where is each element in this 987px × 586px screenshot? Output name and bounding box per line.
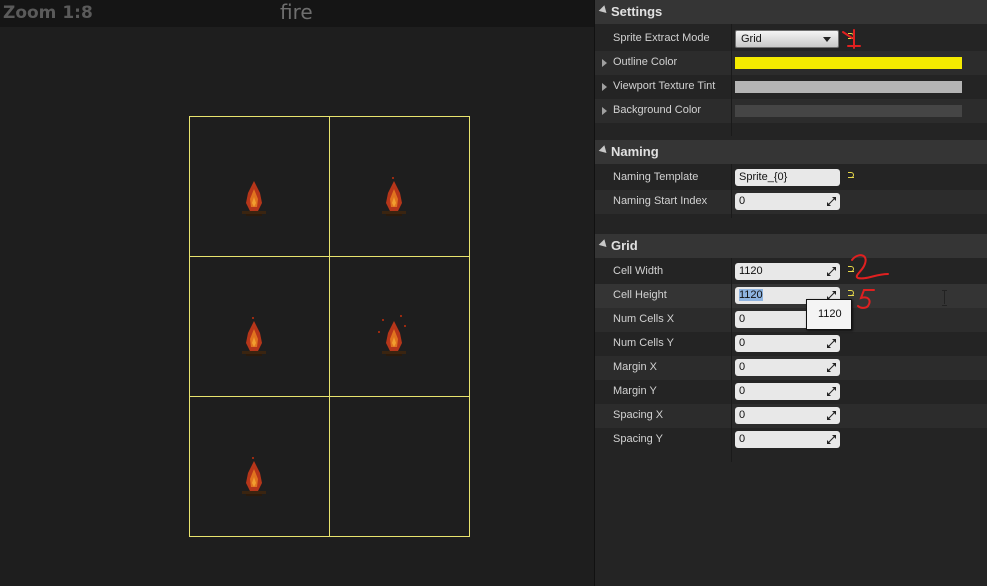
spacing-x-input[interactable]: 0	[735, 407, 840, 424]
reset-to-default-icon[interactable]	[848, 172, 857, 181]
drag-spin-icon[interactable]	[827, 411, 836, 420]
property-label: Sprite Extract Mode	[613, 32, 710, 44]
viewport-texture-tint-swatch[interactable]	[735, 81, 962, 93]
fire-frame-4[interactable]	[330, 257, 469, 396]
margin-y-input[interactable]: 0	[735, 383, 840, 400]
fire-frame-1[interactable]	[190, 117, 329, 256]
fire-sprite-icon	[382, 177, 406, 216]
expand-arrow-icon[interactable]	[602, 107, 607, 115]
sprite-extract-mode-dropdown[interactable]: Grid	[735, 30, 839, 48]
tooltip-text: 1120	[818, 308, 842, 320]
property-row-spacing-y: Spacing Y 0	[595, 428, 987, 452]
property-row-outline-color: Outline Color	[595, 51, 987, 75]
category-title: Settings	[611, 4, 663, 19]
property-label: Margin X	[613, 361, 658, 373]
property-row-margin-x: Margin X 0	[595, 356, 987, 380]
column-divider[interactable]	[731, 164, 732, 218]
property-label: Naming Start Index	[613, 195, 708, 207]
property-row-sprite-extract-mode: Sprite Extract Mode Grid	[595, 27, 987, 51]
background-color-swatch[interactable]	[735, 105, 962, 117]
category-settings[interactable]: Settings	[595, 0, 987, 24]
property-label: Num Cells Y	[613, 337, 674, 349]
property-label: Cell Height	[613, 289, 667, 301]
fire-frame-5[interactable]	[190, 397, 329, 536]
property-row-spacing-x: Spacing X 0	[595, 404, 987, 428]
property-row-num-cells-x: Num Cells X 0	[595, 308, 987, 332]
column-divider[interactable]	[731, 24, 732, 136]
drag-spin-icon[interactable]	[827, 267, 836, 276]
property-label: Background Color	[613, 104, 702, 116]
drag-spin-icon[interactable]	[827, 387, 836, 396]
chevron-down-icon	[823, 37, 831, 42]
property-row-viewport-texture-tint: Viewport Texture Tint	[595, 75, 987, 99]
category-naming[interactable]: Naming	[595, 140, 987, 164]
input-value: 0	[739, 409, 746, 421]
margin-x-input[interactable]: 0	[735, 359, 840, 376]
sprite-grid[interactable]	[189, 116, 470, 537]
property-label: Num Cells X	[613, 313, 675, 325]
dropdown-value: Grid	[741, 33, 762, 45]
input-value-selected: 1120	[739, 289, 763, 301]
drag-spin-icon[interactable]	[827, 197, 836, 206]
fire-frame-6[interactable]	[330, 397, 469, 536]
collapse-arrow-icon[interactable]	[598, 5, 610, 16]
property-label: Spacing Y	[613, 433, 663, 445]
input-value: 0	[739, 195, 746, 207]
num-cells-y-input[interactable]: 0	[735, 335, 840, 352]
expand-arrow-icon[interactable]	[602, 83, 607, 91]
category-grid[interactable]: Grid	[595, 234, 987, 258]
fire-frame-2[interactable]	[330, 117, 469, 256]
property-row-margin-y: Margin Y 0	[595, 380, 987, 404]
fire-frame-3[interactable]	[190, 257, 329, 396]
naming-start-index-input[interactable]: 0	[735, 193, 840, 210]
sprite-extractor-window: Zoom 1:8 fire Settings Sprite Extract Mo…	[0, 0, 987, 586]
input-value: 0	[739, 313, 746, 325]
property-label: Naming Template	[613, 171, 699, 183]
property-label: Viewport Texture Tint	[613, 80, 716, 92]
asset-title: fire	[280, 0, 313, 24]
property-label: Cell Width	[613, 265, 664, 277]
annotation-mark-2	[851, 254, 889, 280]
annotation-mark-3	[857, 289, 875, 309]
input-value: 0	[739, 385, 746, 397]
drag-spin-icon[interactable]	[827, 363, 836, 372]
value-tooltip: 1120	[806, 299, 852, 330]
drag-spin-icon[interactable]	[827, 339, 836, 348]
details-panel: Settings Sprite Extract Mode Grid Outlin…	[594, 0, 987, 586]
category-title: Naming	[611, 144, 659, 159]
property-label: Margin Y	[613, 385, 657, 397]
fire-sprite-icon	[242, 317, 266, 356]
collapse-arrow-icon[interactable]	[598, 145, 610, 156]
text-cursor-icon	[942, 290, 947, 306]
zoom-label: Zoom 1:8	[3, 3, 93, 23]
fire-sprite-icon	[378, 315, 406, 356]
collapse-arrow-icon[interactable]	[598, 239, 610, 250]
fire-sprite-icon	[242, 181, 266, 216]
property-row-num-cells-y: Num Cells Y 0	[595, 332, 987, 356]
texture-viewport[interactable]: Zoom 1:8 fire	[0, 0, 594, 586]
column-divider[interactable]	[731, 258, 732, 462]
property-label: Outline Color	[613, 56, 678, 68]
cell-width-input[interactable]: 1120	[735, 263, 840, 280]
input-value: 0	[739, 361, 746, 373]
outline-color-swatch[interactable]	[735, 57, 962, 69]
input-value: 1120	[739, 265, 763, 277]
property-row-naming-start-index: Naming Start Index 0	[595, 190, 987, 214]
drag-spin-icon[interactable]	[827, 435, 836, 444]
naming-template-input[interactable]: Sprite_{0}	[735, 169, 840, 186]
property-label: Spacing X	[613, 409, 664, 421]
spacing-y-input[interactable]: 0	[735, 431, 840, 448]
property-row-cell-width: Cell Width 1120	[595, 260, 987, 284]
property-row-naming-template: Naming Template Sprite_{0}	[595, 166, 987, 190]
expand-arrow-icon[interactable]	[602, 59, 607, 67]
input-value: Sprite_{0}	[739, 171, 788, 183]
input-value: 0	[739, 433, 746, 445]
fire-sprite-icon	[242, 457, 266, 496]
property-row-background-color: Background Color	[595, 99, 987, 123]
category-title: Grid	[611, 238, 638, 253]
annotation-mark-1	[842, 29, 861, 49]
property-row-cell-height: Cell Height 1120	[595, 284, 987, 308]
input-value: 0	[739, 337, 746, 349]
